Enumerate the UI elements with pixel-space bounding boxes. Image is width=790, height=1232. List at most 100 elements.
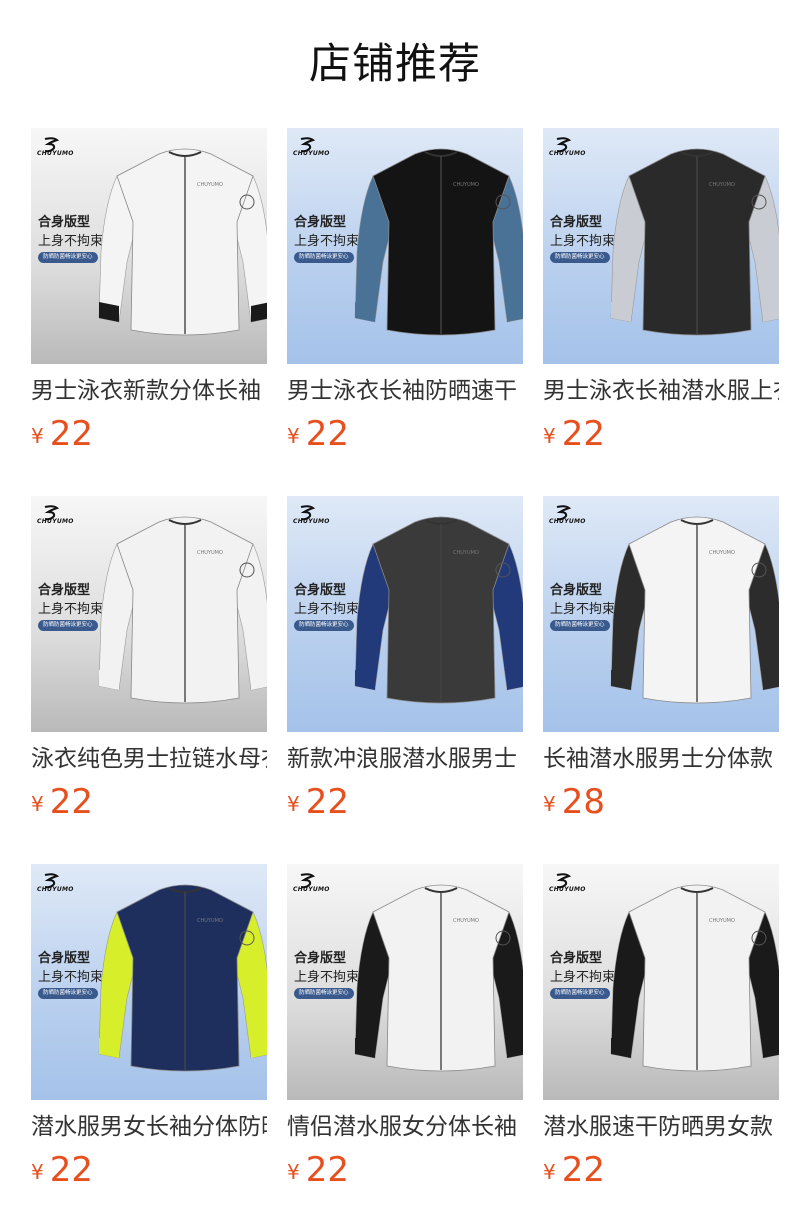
- rash-guard-shirt-icon: CHUYUMO: [98, 148, 267, 336]
- price-amount: 22: [561, 1150, 605, 1190]
- brand-name: CHUYUMO: [293, 150, 330, 157]
- brand-name: CHUYUMO: [37, 150, 74, 157]
- currency-symbol: ¥: [287, 1160, 300, 1184]
- product-card[interactable]: CHUYUMO 合身版型上身不拘束防晒防菌畅泳更安心 CHUYUMO 男士泳衣长袖防晒…: [287, 128, 523, 454]
- product-card[interactable]: CHUYUMO 合身版型上身不拘束防晒防菌畅泳更安心 CHUYUMO 新款冲浪服潜水服…: [287, 496, 523, 822]
- svg-text:CHUYUMO: CHUYUMO: [453, 918, 479, 924]
- feature-pill: 防晒防菌畅泳更安心: [294, 620, 354, 631]
- feature-pill: 防晒防菌畅泳更安心: [550, 620, 610, 631]
- product-image[interactable]: CHUYUMO 合身版型 上身不拘束 防晒防菌畅泳更安心 CHUYUMO: [31, 864, 267, 1100]
- currency-symbol: ¥: [543, 424, 556, 448]
- rash-guard-shirt-icon: CHUYUMO: [98, 516, 267, 704]
- feature-tag-fit: 合身版型: [550, 215, 603, 230]
- product-card[interactable]: CHUYUMO 合身版型上身不拘束防晒防菌畅泳更安心 CHUYUMO 男士泳衣新款分体…: [31, 128, 267, 454]
- feature-pill: 防晒防菌畅泳更安心: [38, 252, 98, 263]
- brand-name: CHUYUMO: [549, 886, 586, 893]
- feature-tag-fit: 合身版型: [294, 215, 347, 230]
- currency-symbol: ¥: [31, 792, 44, 816]
- product-name[interactable]: 男士泳衣长袖防晒速干: [287, 376, 523, 406]
- price-amount: 22: [561, 414, 605, 454]
- svg-text:CHUYUMO: CHUYUMO: [197, 182, 223, 188]
- feature-tag-fit: 合身版型: [294, 951, 347, 966]
- product-image[interactable]: CHUYUMO 合身版型上身不拘束防晒防菌畅泳更安心 CHUYUMO: [543, 864, 779, 1100]
- feature-pill: 防晒防菌畅泳更安心: [38, 988, 98, 999]
- price-amount: 22: [49, 414, 93, 454]
- product-price: ¥22: [31, 782, 93, 822]
- rash-guard-shirt-icon: CHUYUMO: [610, 884, 779, 1072]
- product-name[interactable]: 长袖潜水服男士分体款: [543, 744, 779, 774]
- product-name[interactable]: 潜水服男女长袖分体防晒: [31, 1112, 267, 1142]
- brand-name: CHUYUMO: [293, 886, 330, 893]
- rash-guard-shirt-icon: CHUYUMO: [98, 884, 267, 1072]
- brand-name: CHUYUMO: [293, 518, 330, 525]
- brand-name: CHUYUMO: [549, 150, 586, 157]
- rash-guard-shirt-icon: CHUYUMO: [610, 148, 779, 336]
- product-name[interactable]: 潜水服速干防晒男女款: [543, 1112, 779, 1142]
- product-price: ¥22: [31, 414, 93, 454]
- feature-pill: 防晒防菌畅泳更安心: [550, 988, 610, 999]
- product-price: ¥22: [287, 1150, 349, 1190]
- feature-tag-fit: 合身版型: [38, 583, 91, 598]
- feature-tag-comfort: 上身不拘束: [38, 234, 104, 249]
- svg-text:CHUYUMO: CHUYUMO: [197, 918, 223, 924]
- product-card[interactable]: CHUYUMO 合身版型上身不拘束防晒防菌畅泳更安心 CHUYUMO 长袖潜水服男士分…: [543, 496, 779, 822]
- section-title: 店铺推荐: [308, 39, 481, 88]
- price-amount: 22: [49, 782, 93, 822]
- rash-guard-shirt-icon: CHUYUMO: [354, 148, 523, 336]
- feature-pill: 防晒防菌畅泳更安心: [550, 252, 610, 263]
- currency-symbol: ¥: [543, 1160, 556, 1184]
- product-price: ¥22: [287, 782, 349, 822]
- product-name[interactable]: 泳衣纯色男士拉链水母衣: [31, 744, 267, 774]
- product-image[interactable]: CHUYUMO 合身版型 上身不拘束 防晒防菌畅泳更安心 CHUYUMO: [31, 496, 267, 732]
- product-card[interactable]: CHUYUMO 合身版型 上身不拘束 防晒防菌畅泳更安心 CHUYUMO 男士泳衣长袖潜水…: [543, 128, 779, 454]
- product-price: ¥22: [543, 414, 605, 454]
- product-price: ¥22: [31, 1150, 93, 1190]
- feature-pill: 防晒防菌畅泳更安心: [38, 620, 98, 631]
- feature-tag-comfort: 上身不拘束: [294, 602, 360, 617]
- product-name[interactable]: 情侣潜水服女分体长袖: [287, 1112, 523, 1142]
- price-amount: 22: [305, 414, 349, 454]
- product-name[interactable]: 男士泳衣长袖潜水服上衣: [543, 376, 779, 406]
- product-image[interactable]: CHUYUMO 合身版型上身不拘束防晒防菌畅泳更安心 CHUYUMO: [287, 496, 523, 732]
- brand-name: CHUYUMO: [37, 886, 74, 893]
- product-image[interactable]: CHUYUMO 合身版型上身不拘束防晒防菌畅泳更安心 CHUYUMO: [543, 496, 779, 732]
- feature-tag-fit: 合身版型: [294, 583, 347, 598]
- currency-symbol: ¥: [543, 792, 556, 816]
- feature-tag-fit: 合身版型: [38, 951, 91, 966]
- product-name[interactable]: 男士泳衣新款分体长袖: [31, 376, 267, 406]
- svg-text:CHUYUMO: CHUYUMO: [709, 182, 735, 188]
- product-card[interactable]: CHUYUMO 合身版型 上身不拘束 防晒防菌畅泳更安心 CHUYUMO 潜水服男女长袖分…: [31, 864, 267, 1190]
- product-image[interactable]: CHUYUMO 合身版型 上身不拘束 防晒防菌畅泳更安心 CHUYUMO: [287, 864, 523, 1100]
- product-image[interactable]: CHUYUMO 合身版型上身不拘束防晒防菌畅泳更安心 CHUYUMO: [287, 128, 523, 364]
- svg-text:CHUYUMO: CHUYUMO: [453, 182, 479, 188]
- feature-tag-fit: 合身版型: [550, 583, 603, 598]
- product-price: ¥22: [543, 1150, 605, 1190]
- feature-tag-fit: 合身版型: [550, 951, 603, 966]
- brand-name: CHUYUMO: [549, 518, 586, 525]
- feature-pill: 防晒防菌畅泳更安心: [294, 252, 354, 263]
- product-card[interactable]: CHUYUMO 合身版型 上身不拘束 防晒防菌畅泳更安心 CHUYUMO 情侣潜水服女分体…: [287, 864, 523, 1190]
- price-amount: 22: [49, 1150, 93, 1190]
- feature-tag-comfort: 上身不拘束: [550, 970, 616, 985]
- feature-tag-comfort: 上身不拘束: [550, 602, 616, 617]
- product-image[interactable]: CHUYUMO 合身版型 上身不拘束 防晒防菌畅泳更安心 CHUYUMO: [543, 128, 779, 364]
- currency-symbol: ¥: [31, 424, 44, 448]
- svg-text:CHUYUMO: CHUYUMO: [709, 918, 735, 924]
- price-amount: 22: [305, 1150, 349, 1190]
- product-card[interactable]: CHUYUMO 合身版型 上身不拘束 防晒防菌畅泳更安心 CHUYUMO 泳衣纯色男士拉链…: [31, 496, 267, 822]
- svg-text:CHUYUMO: CHUYUMO: [197, 550, 223, 556]
- rash-guard-shirt-icon: CHUYUMO: [354, 884, 523, 1072]
- product-name[interactable]: 新款冲浪服潜水服男士: [287, 744, 523, 774]
- feature-tag-comfort: 上身不拘束: [294, 970, 360, 985]
- product-card[interactable]: CHUYUMO 合身版型上身不拘束防晒防菌畅泳更安心 CHUYUMO 潜水服速干防晒男…: [543, 864, 779, 1190]
- product-image[interactable]: CHUYUMO 合身版型上身不拘束防晒防菌畅泳更安心 CHUYUMO: [31, 128, 267, 364]
- svg-text:CHUYUMO: CHUYUMO: [453, 550, 479, 556]
- feature-tag-fit: 合身版型: [38, 215, 91, 230]
- currency-symbol: ¥: [287, 424, 300, 448]
- price-amount: 28: [561, 782, 605, 822]
- svg-text:CHUYUMO: CHUYUMO: [709, 550, 735, 556]
- price-amount: 22: [305, 782, 349, 822]
- brand-name: CHUYUMO: [37, 518, 74, 525]
- product-price: ¥28: [543, 782, 605, 822]
- feature-tag-comfort: 上身不拘束: [294, 234, 360, 249]
